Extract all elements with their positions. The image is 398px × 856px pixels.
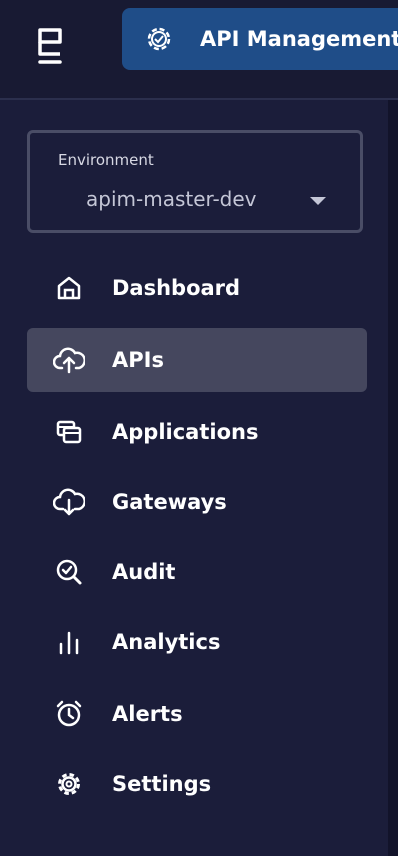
caret-down-icon xyxy=(310,197,326,205)
sidebar-item-analytics[interactable]: Analytics xyxy=(27,610,367,674)
sidebar-item-label: Alerts xyxy=(112,702,183,726)
product-title: API Management xyxy=(200,27,398,51)
sidebar-item-settings[interactable]: Settings xyxy=(27,752,367,816)
top-bar: API Management xyxy=(0,0,398,98)
gear-icon xyxy=(53,768,85,800)
sidebar: Environment apim-master-dev Dashboard AP… xyxy=(0,100,388,856)
sidebar-item-apis[interactable]: APIs xyxy=(27,328,367,392)
environment-value: apim-master-dev xyxy=(86,187,257,211)
cloud-upload-icon xyxy=(53,344,85,376)
sidebar-item-label: Settings xyxy=(112,772,212,796)
gear-badge-icon xyxy=(144,24,174,54)
bar-chart-icon xyxy=(53,626,85,658)
sidebar-item-label: Applications xyxy=(112,420,259,444)
environment-label: Environment xyxy=(58,151,154,169)
sidebar-item-label: Analytics xyxy=(112,630,221,654)
sidebar-edge xyxy=(388,100,398,856)
sidebar-item-dashboard[interactable]: Dashboard xyxy=(27,256,367,320)
sidebar-item-gateways[interactable]: Gateways xyxy=(27,470,367,534)
app-logo-icon[interactable] xyxy=(28,24,72,68)
environment-select[interactable]: Environment apim-master-dev xyxy=(27,130,363,233)
sidebar-item-label: Audit xyxy=(112,560,176,584)
sidebar-item-alerts[interactable]: Alerts xyxy=(27,682,367,746)
sidebar-item-label: APIs xyxy=(112,348,164,372)
product-switcher-button[interactable]: API Management xyxy=(122,8,398,70)
sidebar-item-applications[interactable]: Applications xyxy=(27,400,367,464)
sidebar-item-audit[interactable]: Audit xyxy=(27,540,367,604)
sidebar-item-label: Gateways xyxy=(112,490,227,514)
sidebar-item-label: Dashboard xyxy=(112,276,241,300)
windows-icon xyxy=(53,416,85,448)
search-check-icon xyxy=(53,556,85,588)
alarm-clock-icon xyxy=(53,698,85,730)
home-icon xyxy=(53,272,85,304)
cloud-download-icon xyxy=(53,486,85,518)
